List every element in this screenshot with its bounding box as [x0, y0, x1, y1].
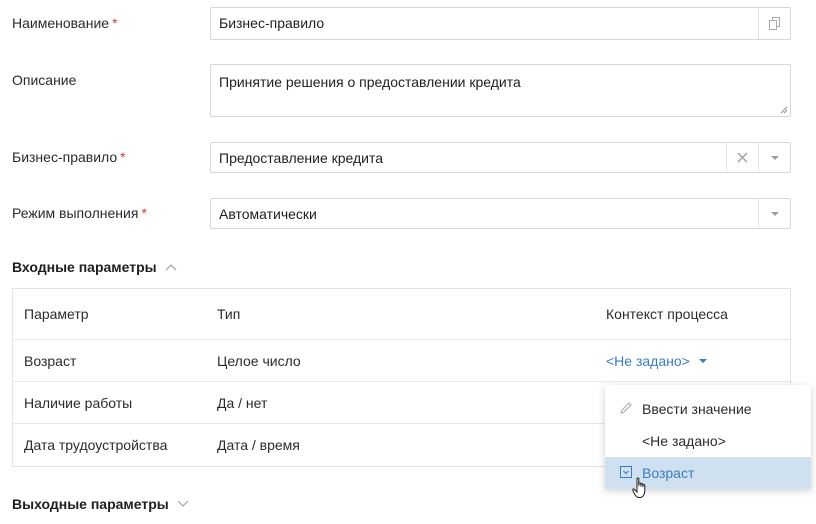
menu-item-not-set[interactable]: <Не задано> [605, 425, 811, 457]
param-name: Дата трудоустройства [24, 437, 168, 453]
execution-mode-dropdown-button[interactable] [758, 199, 790, 228]
param-name: Наличие работы [24, 395, 133, 411]
input-params-title: Входные параметры [12, 259, 157, 275]
description-label: Описание [12, 72, 77, 88]
clear-button[interactable] [726, 143, 758, 172]
chevron-down-icon[interactable] [177, 500, 189, 508]
name-label: Наименование * [12, 15, 118, 31]
chevron-down-icon [770, 211, 779, 216]
output-params-header[interactable]: Выходные параметры [12, 496, 189, 512]
name-value: Бизнес-правило [219, 15, 325, 31]
pencil-icon [620, 402, 632, 414]
business-rule-value: Предоставление кредита [219, 150, 384, 166]
param-name: Возраст [24, 353, 77, 369]
menu-item-enter-value[interactable]: Ввести значение [605, 393, 811, 425]
business-rule-select[interactable]: Предоставление кредита [210, 142, 791, 173]
context-select[interactable]: <Не задано> [606, 353, 707, 369]
business-rule-dropdown-button[interactable] [758, 143, 790, 172]
menu-item-label: Ввести значение [642, 401, 752, 417]
copy-icon [768, 17, 780, 30]
required-mark: * [141, 205, 147, 221]
context-value: <Не задано> [606, 353, 690, 369]
parameter-icon [620, 466, 632, 478]
name-field[interactable]: Бизнес-правило [210, 7, 791, 40]
description-value: Принятие решения о предоставлении кредит… [219, 74, 521, 90]
execution-mode-select[interactable]: Автоматически [210, 198, 791, 229]
param-type: Да / нет [217, 395, 268, 411]
required-mark: * [120, 149, 126, 165]
column-header-type: Тип [217, 306, 241, 322]
table-row[interactable]: Возраст Целое число <Не задано> [13, 340, 790, 382]
chevron-down-icon [770, 155, 779, 160]
close-icon [737, 152, 748, 163]
business-rule-label: Бизнес-правило * [12, 149, 126, 165]
table-header-row: Параметр Тип Контекст процесса [13, 289, 790, 340]
hand-cursor-icon [632, 477, 646, 498]
output-params-title: Выходные параметры [12, 496, 169, 512]
column-header-context: Контекст процесса [606, 306, 728, 322]
input-params-header[interactable]: Входные параметры [12, 259, 177, 275]
param-type: Целое число [217, 353, 301, 369]
description-textarea[interactable]: Принятие решения о предоставлении кредит… [210, 64, 791, 117]
chevron-up-icon[interactable] [165, 263, 177, 271]
menu-item-label: <Не задано> [642, 433, 726, 449]
chevron-down-icon [698, 359, 707, 363]
required-mark: * [112, 15, 118, 31]
column-header-param: Параметр [24, 306, 89, 322]
param-type: Дата / время [217, 437, 300, 453]
execution-mode-label: Режим выполнения * [12, 205, 147, 221]
copy-button[interactable] [758, 8, 790, 39]
resize-handle-icon[interactable] [780, 106, 788, 114]
execution-mode-value: Автоматически [219, 206, 317, 222]
context-dropdown-menu: Ввести значение <Не задано> Возраст [605, 385, 811, 489]
